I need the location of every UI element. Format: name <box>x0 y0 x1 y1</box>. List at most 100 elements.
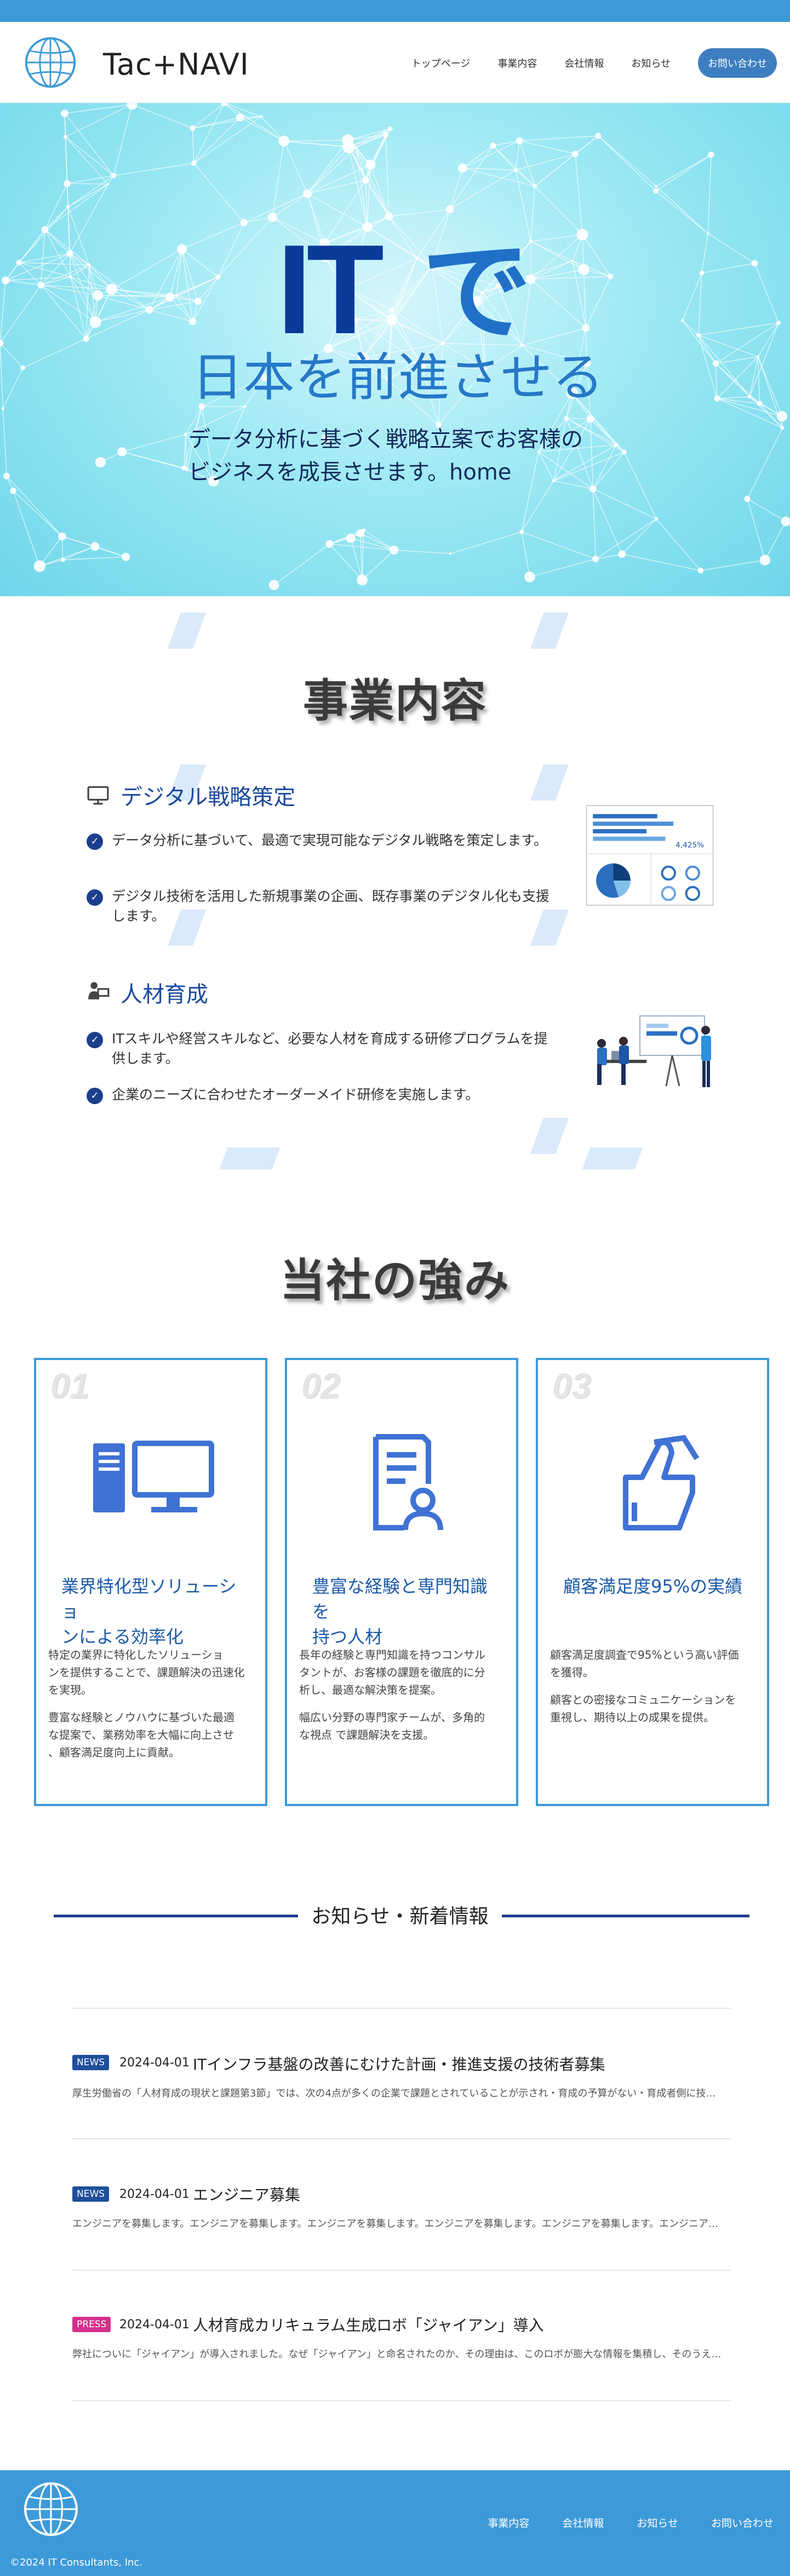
network-line <box>192 128 194 163</box>
footer-nav-business[interactable]: 事業内容 <box>488 2515 529 2530</box>
network-line <box>700 559 765 571</box>
card-line: 顧客との密接なコミュニケーションを <box>550 1693 736 1706</box>
network-line <box>0 343 3 409</box>
network-line <box>6 476 62 537</box>
card-line: 長年の経験と専門知識を持つコンサル <box>299 1648 485 1661</box>
contact-button[interactable]: お問い合わせ <box>698 48 777 78</box>
copyright: ©2024 IT Consultants, Inc. <box>10 2557 143 2568</box>
network-node <box>680 319 684 322</box>
network-node <box>777 411 787 422</box>
network-line <box>522 327 586 346</box>
network-line <box>5 280 41 285</box>
nav-business[interactable]: 事業内容 <box>497 56 537 70</box>
network-node <box>653 188 659 194</box>
check-circle-icon: ✓ <box>87 889 103 906</box>
network-node <box>384 212 393 221</box>
network-line <box>363 529 394 551</box>
network-line <box>715 322 779 364</box>
news-title-line-right <box>502 1915 749 1917</box>
nav-news[interactable]: お知らせ <box>631 56 671 70</box>
service-item-text: 企業のニーズに合わせたオーダーメイド研修を実施します。 <box>112 1087 479 1103</box>
network-node <box>346 533 356 543</box>
decor-shape <box>582 1147 643 1169</box>
network-line <box>62 556 126 561</box>
network-node <box>390 307 394 312</box>
card-line: 顧客満足度調査で95%という高い評価 <box>550 1648 739 1661</box>
network-line <box>0 280 6 344</box>
network-line <box>44 229 70 254</box>
service-heading-digital-strategy: デジタル戦略策定 <box>121 785 296 810</box>
network-line <box>388 209 450 217</box>
network-line <box>701 233 709 273</box>
globe-logo-icon[interactable] <box>23 2481 79 2537</box>
network-node <box>325 540 334 548</box>
network-node <box>744 495 751 502</box>
strength-card: 03 顧客満足度95%の実績 顧客満足度調査で95%という高い評価 を獲得。 顧… <box>536 1358 769 1806</box>
network-line <box>698 335 717 364</box>
network-node <box>586 415 594 423</box>
network-node <box>176 244 187 254</box>
card-line: 重視し、期待以上の成果を提供。 <box>550 1711 714 1724</box>
card-number: 02 <box>301 1366 341 1406</box>
hero-desc-line: データ分析に基づく戦略立案でお客様の <box>188 427 583 452</box>
network-line <box>95 546 126 557</box>
network-line <box>224 103 284 141</box>
network-line <box>181 222 244 250</box>
footer-nav-news[interactable]: お知らせ <box>637 2515 678 2530</box>
network-line <box>698 273 702 335</box>
network-line <box>717 398 782 417</box>
news-title[interactable]: エンジニア募集 <box>193 2183 300 2205</box>
card-paragraph: 顧客との密接なコミュニケーションを 重視し、期待以上の成果を提供。 <box>550 1691 754 1726</box>
news-title[interactable]: ITインフラ基盤の改善にむけた計画・推進支援の技術者募集 <box>193 2053 605 2075</box>
footer-nav-contact[interactable]: お問い合わせ <box>711 2515 774 2530</box>
nav-company[interactable]: 会社情報 <box>564 56 604 70</box>
network-node <box>127 103 138 110</box>
network-line <box>757 356 760 404</box>
site-logo-text[interactable]: Tac+NAVI <box>103 47 249 82</box>
card-title: 豊富な経験と専門知識を 持つ人材 <box>312 1574 500 1649</box>
network-line <box>69 253 112 290</box>
network-line <box>69 184 108 254</box>
network-node <box>747 395 752 399</box>
network-line <box>41 264 89 285</box>
network-line <box>717 398 783 429</box>
network-line <box>757 356 783 416</box>
service-heading-hr-development: 人材育成 <box>121 982 208 1007</box>
card-title: 業界特化型ソリューショ ンによる効率化 <box>61 1574 249 1649</box>
news-excerpt: 弊社についに「ジャイアン」が導入されました。なぜ「ジャイアン」と命名されたのか、… <box>72 2349 722 2360</box>
network-node <box>513 168 518 173</box>
network-line <box>385 134 390 216</box>
thumbs-up-icon <box>623 1435 700 1530</box>
network-line <box>69 253 71 277</box>
network-node <box>175 294 178 297</box>
network-line <box>682 272 702 321</box>
person-teaching-icon <box>88 982 110 999</box>
network-line <box>655 191 708 234</box>
network-node <box>236 113 244 122</box>
network-node <box>621 449 627 455</box>
network-line <box>682 320 699 336</box>
card-line: な視点 で課題解決を支援。 <box>299 1728 434 1741</box>
news-title[interactable]: 人材育成カリキュラム生成ロボ「ジャイアン」導入 <box>193 2314 544 2335</box>
document-person-icon <box>373 1434 443 1530</box>
site-footer: 事業内容 会社情報 お知らせ お問い合わせ ©2024 IT Consultan… <box>0 2470 790 2576</box>
network-line <box>193 163 244 223</box>
nav-top[interactable]: トップページ <box>411 56 471 70</box>
network-line <box>715 363 750 397</box>
card-title-line: 顧客満足度95%の実績 <box>563 1576 743 1597</box>
footer-nav-company[interactable]: 会社情報 <box>562 2515 604 2530</box>
news-title-line-left <box>54 1915 298 1917</box>
card-line: タントが、お客様の課題を徹底的に分 <box>299 1666 485 1679</box>
globe-logo-icon[interactable] <box>24 36 77 89</box>
hero-section: IT で 日本を前進させる データ分析に基づく戦略立案でお客様の ビジネスを成長… <box>0 103 790 596</box>
network-line <box>621 518 657 555</box>
network-node <box>69 275 72 279</box>
network-node <box>618 550 626 558</box>
network-node <box>712 360 719 367</box>
network-line <box>717 396 750 399</box>
network-line <box>656 154 712 187</box>
card-paragraph: 顧客満足度調査で95%という高い評価 を獲得。 <box>550 1646 754 1681</box>
network-node <box>145 306 153 314</box>
network-line <box>89 264 150 310</box>
network-node <box>63 134 68 139</box>
